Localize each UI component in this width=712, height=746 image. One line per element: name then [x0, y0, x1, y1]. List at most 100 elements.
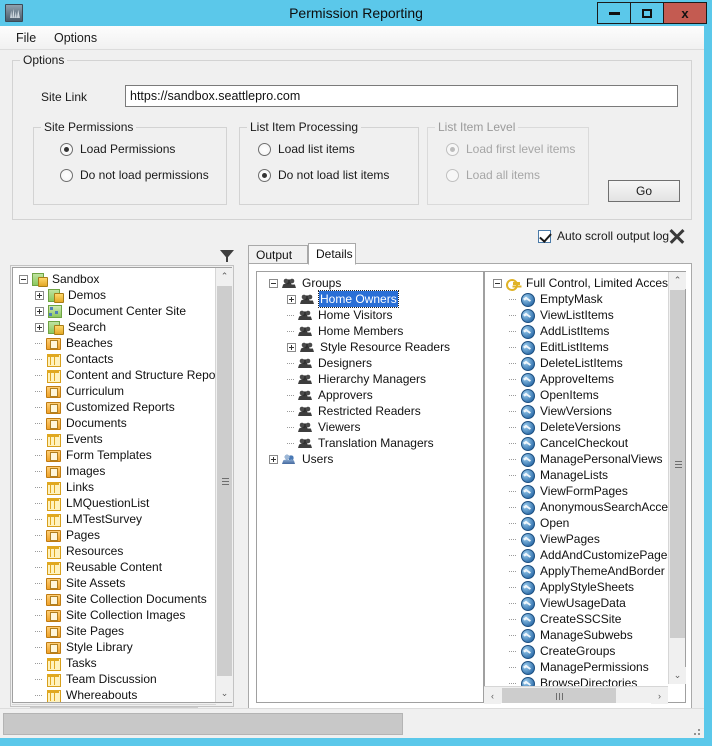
- checkbox-indicator: [538, 229, 551, 243]
- group-icon: [281, 276, 297, 290]
- expand-icon[interactable]: [287, 342, 296, 352]
- permissions-horizontal-scrollbar[interactable]: ‹ ›: [484, 686, 668, 704]
- radio-do-not-load-permissions[interactable]: Do not load permissions: [60, 168, 209, 182]
- site-permissions-legend: Site Permissions: [41, 120, 137, 134]
- tree-node[interactable]: ViewUsageData: [489, 595, 685, 611]
- tree-connector: [509, 467, 519, 483]
- scroll-right-arrow[interactable]: ›: [651, 687, 668, 704]
- tree-node[interactable]: Home Members: [263, 323, 483, 339]
- scroll-down-arrow[interactable]: ⌄: [669, 667, 686, 684]
- tree-node[interactable]: AddAndCustomizePages: [489, 547, 685, 563]
- tree-node[interactable]: Full Control, Limited Access: [489, 275, 685, 291]
- tree-node[interactable]: AddListItems: [489, 323, 685, 339]
- filter-funnel-icon[interactable]: [220, 249, 234, 263]
- menu-item-file[interactable]: File: [8, 26, 44, 50]
- tree-node[interactable]: ViewPages: [489, 531, 685, 547]
- minimize-button[interactable]: [597, 2, 631, 24]
- go-button[interactable]: Go: [608, 180, 680, 202]
- tree-node[interactable]: OpenItems: [489, 387, 685, 403]
- tree-node[interactable]: ViewFormPages: [489, 483, 685, 499]
- expand-icon[interactable]: [287, 294, 296, 304]
- close-x-icon[interactable]: [669, 228, 685, 244]
- list-item-processing-group: List Item Processing Load list items Do …: [239, 120, 419, 205]
- tree-node-label: AnonymousSearchAccess: [540, 500, 681, 514]
- radio-do-not-load-list-items[interactable]: Do not load list items: [258, 168, 389, 182]
- tree-node[interactable]: Approvers: [263, 387, 483, 403]
- tree-node-label: Restricted Readers: [318, 404, 421, 418]
- collapse-icon[interactable]: [269, 278, 278, 288]
- tree-node-label: CreateSSCSite: [540, 612, 622, 626]
- tab-details[interactable]: Details: [308, 243, 356, 265]
- tree-node[interactable]: ManagePersonalViews: [489, 451, 685, 467]
- tree-node[interactable]: CancelCheckout: [489, 435, 685, 451]
- tree-node[interactable]: ManageLists: [489, 467, 685, 483]
- expand-icon[interactable]: [269, 454, 278, 464]
- tree-node[interactable]: EditListItems: [489, 339, 685, 355]
- tree-connector: [509, 579, 519, 595]
- tree-connector: [509, 499, 519, 515]
- scroll-thumb[interactable]: [502, 688, 616, 703]
- tree-node[interactable]: ViewListItems: [489, 307, 685, 323]
- tree-node[interactable]: EmptyMask: [489, 291, 685, 307]
- tree-node[interactable]: Hierarchy Managers: [263, 371, 483, 387]
- tree-node-label: Home Members: [318, 324, 404, 338]
- tree-node[interactable]: ManagePermissions: [489, 659, 685, 675]
- tree-node[interactable]: Home Owners: [263, 290, 483, 308]
- tree-node[interactable]: CreateSSCSite: [489, 611, 685, 627]
- scroll-thumb[interactable]: [670, 290, 685, 638]
- tree-node-label: ViewListItems: [540, 308, 614, 322]
- tree-node[interactable]: ApplyStyleSheets: [489, 579, 685, 595]
- tree-node[interactable]: DeleteListItems: [489, 355, 685, 371]
- tab-output-log[interactable]: Output Log: [248, 245, 308, 281]
- radio-load-list-items[interactable]: Load list items: [258, 142, 355, 156]
- site-tree-frame: [10, 265, 234, 707]
- tree-node-label: Users: [302, 452, 334, 466]
- scroll-up-arrow[interactable]: ⌃: [669, 272, 686, 289]
- radio-load-permissions[interactable]: Load Permissions: [60, 142, 175, 156]
- permission-icon: [519, 404, 535, 419]
- menu-item-options[interactable]: Options: [46, 26, 105, 50]
- group-icon: [297, 356, 313, 370]
- radio-load-all-items: Load all items: [446, 168, 540, 182]
- site-link-input[interactable]: [125, 85, 678, 107]
- close-button[interactable]: x: [663, 2, 707, 24]
- group-icon: [297, 372, 313, 386]
- tree-connector: [509, 563, 519, 579]
- groups-tree[interactable]: Groups Home Owners Home Visitors Home Membe…: [256, 271, 484, 703]
- radio-indicator: [258, 168, 271, 182]
- tree-node-label: Open: [540, 516, 570, 530]
- tree-node[interactable]: AnonymousSearchAccess: [489, 499, 685, 515]
- tree-node[interactable]: ApproveItems: [489, 371, 685, 387]
- radio-label: Do not load list items: [278, 168, 390, 182]
- key-icon: [505, 276, 521, 291]
- tree-node[interactable]: ApplyThemeAndBorder: [489, 563, 685, 579]
- tree-node[interactable]: Restricted Readers: [263, 403, 483, 419]
- tree-node[interactable]: Viewers: [263, 419, 483, 435]
- tree-node[interactable]: Style Resource Readers: [263, 339, 483, 355]
- permissions-tree-body: Full Control, Limited Access EmptyMask Vie…: [485, 275, 685, 691]
- resize-grip[interactable]: [691, 726, 701, 736]
- tab-strip: Output Log Details: [248, 241, 448, 281]
- tree-node-label: ViewPages: [540, 532, 600, 546]
- tree-node[interactable]: Designers: [263, 355, 483, 371]
- tree-node[interactable]: Home Visitors: [263, 307, 483, 323]
- radio-load-first-level-items: Load first level items: [446, 142, 575, 156]
- tree-connector: [287, 387, 297, 403]
- permission-icon: [519, 580, 535, 595]
- tree-node[interactable]: DeleteVersions: [489, 419, 685, 435]
- auto-scroll-checkbox[interactable]: Auto scroll output log: [538, 229, 669, 243]
- tree-node[interactable]: ViewVersions: [489, 403, 685, 419]
- scroll-left-arrow[interactable]: ‹: [484, 687, 501, 704]
- permissions-tree[interactable]: Full Control, Limited Access EmptyMask Vie…: [484, 271, 686, 703]
- tree-node[interactable]: CreateGroups: [489, 643, 685, 659]
- tree-node[interactable]: Groups: [263, 275, 483, 291]
- tree-node[interactable]: Users: [263, 451, 483, 467]
- close-icon: x: [681, 5, 689, 21]
- tree-node[interactable]: ManageSubwebs: [489, 627, 685, 643]
- permissions-vertical-scrollbar[interactable]: ⌃ ⌄: [668, 272, 686, 684]
- tree-node[interactable]: Open: [489, 515, 685, 531]
- group-icon: [297, 404, 313, 418]
- collapse-icon[interactable]: [493, 278, 502, 288]
- maximize-button[interactable]: [630, 2, 664, 24]
- tree-node[interactable]: Translation Managers: [263, 435, 483, 451]
